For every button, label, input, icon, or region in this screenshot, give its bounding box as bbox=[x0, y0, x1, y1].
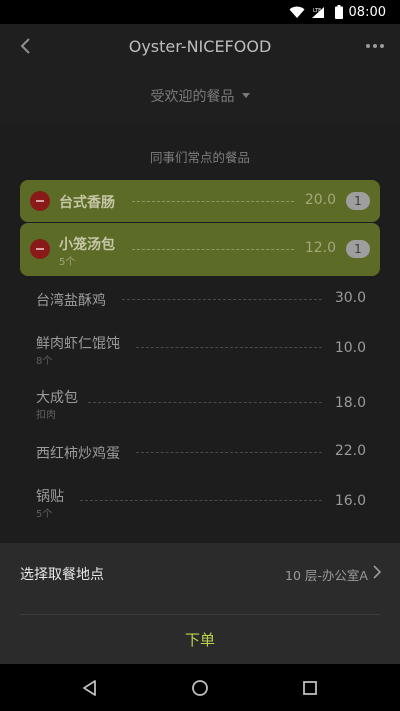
wifi-icon bbox=[289, 6, 305, 18]
item-price: 10.0 bbox=[334, 340, 366, 356]
remove-item-icon[interactable] bbox=[30, 239, 50, 259]
pickup-location-value: 10 层-办公室A bbox=[285, 568, 368, 583]
category-dropdown-label: 受欢迎的餐品 bbox=[150, 88, 235, 105]
section-header: 同事们常点的餐品 bbox=[149, 150, 250, 165]
menu-item[interactable]: 大成包 扣肉 18.0 bbox=[36, 387, 366, 427]
item-price: 22.0 bbox=[334, 443, 366, 459]
place-order-button[interactable]: 下单 bbox=[0, 615, 400, 664]
dotted-leader bbox=[132, 249, 294, 250]
menu-item[interactable]: 锅贴 5个 16.0 bbox=[36, 484, 366, 524]
dotted-leader bbox=[88, 402, 322, 403]
item-price: 30.0 bbox=[334, 290, 366, 306]
remove-item-icon[interactable] bbox=[30, 191, 50, 211]
item-price: 20.0 bbox=[304, 192, 336, 208]
item-price: 16.0 bbox=[334, 493, 366, 509]
item-name: 鲜肉虾仁馄饨 bbox=[36, 336, 120, 352]
dotted-leader bbox=[80, 500, 322, 501]
item-description: 5个 bbox=[36, 509, 53, 520]
status-bar: LTE 08:00 bbox=[0, 0, 400, 24]
nav-home-icon[interactable] bbox=[190, 678, 210, 698]
signal-icon: LTE bbox=[311, 6, 324, 18]
item-price: 12.0 bbox=[304, 240, 336, 256]
item-name: 西红柿炒鸡蛋 bbox=[36, 446, 120, 462]
item-name: 大成包 bbox=[36, 390, 78, 406]
clock: 08:00 bbox=[348, 4, 386, 20]
app-bar: Oyster-NICEFOOD bbox=[0, 24, 400, 68]
item-price: 18.0 bbox=[334, 395, 366, 411]
item-name: 台湾盐酥鸡 bbox=[36, 293, 106, 309]
item-description: 5个 bbox=[59, 257, 76, 268]
back-arrow-icon[interactable] bbox=[14, 34, 38, 58]
item-description: 扣肉 bbox=[36, 410, 56, 421]
pickup-location-label: 选择取餐地点 bbox=[20, 567, 104, 583]
quantity-badge: 1 bbox=[346, 240, 370, 258]
item-description: 8个 bbox=[36, 356, 53, 367]
nav-back-icon[interactable] bbox=[80, 678, 100, 698]
dotted-leader bbox=[132, 201, 294, 202]
item-name: 小笼汤包 bbox=[59, 237, 115, 253]
checkout-panel: 选择取餐地点 10 层-办公室A 下单 bbox=[0, 543, 400, 664]
item-name: 锅贴 bbox=[36, 489, 64, 505]
dotted-leader bbox=[136, 452, 322, 453]
item-name: 台式香肠 bbox=[59, 195, 115, 211]
selected-item-card[interactable]: 台式香肠 20.0 1 bbox=[20, 180, 380, 222]
place-order-label: 下单 bbox=[184, 631, 215, 649]
quantity-badge: 1 bbox=[346, 192, 370, 210]
category-dropdown[interactable]: 受欢迎的餐品 bbox=[0, 68, 400, 123]
menu-item[interactable]: 鲜肉虾仁馄饨 8个 10.0 bbox=[36, 331, 366, 371]
chevron-right-icon bbox=[373, 565, 382, 579]
pickup-location-selector[interactable]: 选择取餐地点 10 层-办公室A bbox=[0, 543, 400, 603]
network-type-label: LTE bbox=[313, 8, 321, 14]
more-options-icon[interactable] bbox=[362, 34, 388, 58]
dotted-leader bbox=[136, 347, 322, 348]
page-title: Oyster-NICEFOOD bbox=[128, 36, 272, 56]
caret-down-icon bbox=[241, 93, 250, 98]
menu-item[interactable]: 台湾盐酥鸡 30.0 bbox=[36, 288, 366, 318]
menu-item[interactable]: 西红柿炒鸡蛋 22.0 bbox=[36, 441, 366, 471]
battery-icon bbox=[334, 5, 343, 19]
nav-recents-icon[interactable] bbox=[300, 678, 320, 698]
system-nav-bar bbox=[0, 664, 400, 711]
dotted-leader bbox=[122, 299, 322, 300]
menu-list: 同事们常点的餐品 台式香肠 20.0 1 小笼汤包 5个 12.0 1 台湾盐酥… bbox=[0, 123, 400, 543]
selected-item-card[interactable]: 小笼汤包 5个 12.0 1 bbox=[20, 223, 380, 276]
